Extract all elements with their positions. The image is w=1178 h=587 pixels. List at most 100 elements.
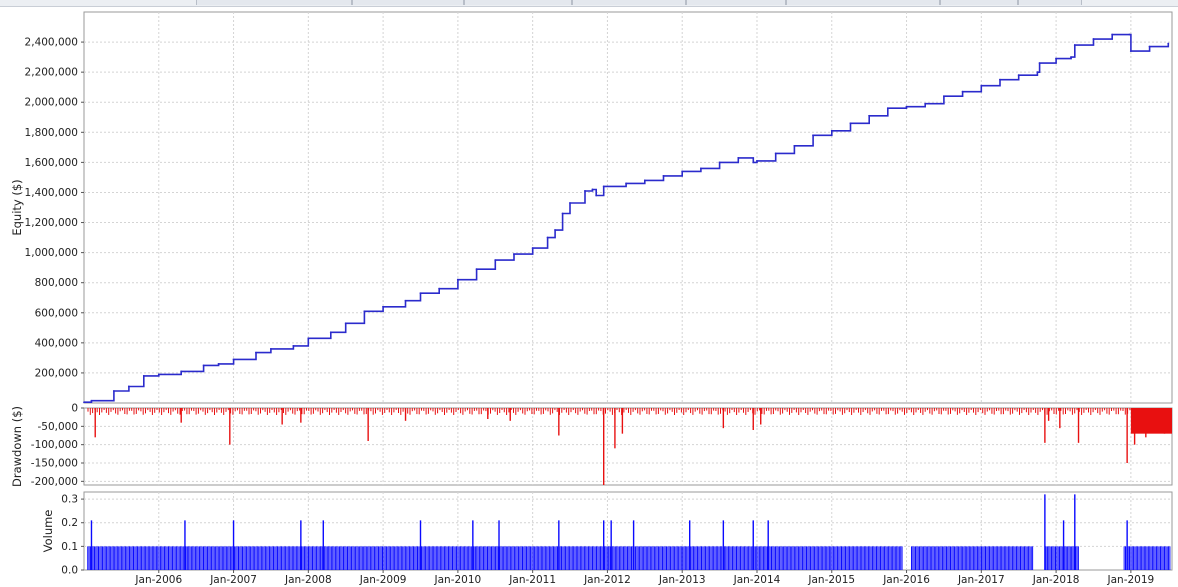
- equity-data-point: [812, 134, 814, 137]
- equity-data-point: [382, 305, 385, 308]
- equity-panel: 200,000 400,000 600,000 800,000 1,000,000 1,2…: [10, 11, 1173, 404]
- equity-data-point: [752, 161, 755, 164]
- y-tick-label: -200,000: [31, 476, 78, 488]
- equity-data-point: [1128, 33, 1131, 36]
- equity-data-point: [307, 337, 310, 340]
- equity-data-point: [1036, 71, 1039, 74]
- y-tick-label: 1,000,000: [25, 247, 78, 259]
- x-tick-label: Jan-2017: [957, 574, 1005, 586]
- equity-data-point: [868, 114, 871, 117]
- equity-data-point: [494, 259, 497, 262]
- y-tick-label: -150,000: [31, 458, 78, 470]
- equity-data-point: [157, 373, 160, 376]
- x-tick-label: Jan-2011: [508, 574, 556, 586]
- equity-data-point: [142, 375, 145, 377]
- equity-data-point: [363, 310, 366, 313]
- equity-data-point: [292, 344, 295, 347]
- x-tick-label: Jan-2012: [583, 574, 631, 586]
- equity-data-point: [924, 102, 927, 105]
- equity-data-point: [554, 229, 556, 231]
- equity-data-point: [531, 247, 534, 250]
- x-tick-label: Jan-2010: [434, 574, 482, 586]
- equity-data-point: [217, 363, 220, 365]
- y-tick-label: 200,000: [35, 367, 78, 379]
- y-tick-label: 800,000: [35, 277, 78, 289]
- equity-data-point: [1129, 50, 1132, 52]
- y-tick-label: 400,000: [35, 337, 78, 349]
- equity-data-point: [475, 268, 478, 271]
- y-axis-title: Volume: [41, 510, 55, 553]
- y-tick-label: 1,400,000: [25, 187, 78, 199]
- plot-frame: [83, 407, 1173, 486]
- equity-data-point: [1167, 42, 1170, 45]
- drawdown-panel: 0 -50,000 -100,000 -150,000 -200,000 Drawdown…: [10, 403, 1173, 488]
- equity-data-point: [980, 84, 983, 87]
- equity-data-point: [202, 364, 205, 367]
- equity-data-point: [602, 185, 605, 188]
- equity-data-point: [774, 152, 777, 155]
- equity-data-point: [830, 129, 833, 132]
- equity-data-point: [700, 167, 702, 170]
- x-tick-label: Jan-2007: [209, 574, 257, 586]
- x-tick-label: Jan-2008: [284, 574, 332, 586]
- equity-data-point: [662, 175, 665, 177]
- volume-panel: 0.0 0.1 0.2 0.3 Volume Jan-2006 Jan-2007 Jan-20…: [41, 491, 1173, 586]
- equity-data-point: [1017, 74, 1020, 77]
- equity-data-point: [1111, 33, 1114, 36]
- x-tick-label: Jan-2009: [359, 574, 407, 586]
- equity-data-point: [681, 170, 684, 173]
- equity-data-point: [404, 299, 407, 302]
- y-tick-label: 600,000: [35, 307, 78, 319]
- equity-data-point: [83, 401, 85, 404]
- y-axis-title: Drawdown ($): [10, 406, 24, 487]
- x-tick-label: Jan-2018: [1032, 574, 1080, 586]
- equity-data-point: [625, 182, 628, 185]
- equity-data-point: [329, 331, 332, 334]
- drawdown-bar-block: [1130, 408, 1172, 434]
- equity-data-point: [999, 78, 1001, 81]
- equity-data-point: [905, 105, 908, 108]
- equity-data-point: [255, 351, 257, 354]
- equity-data-point: [113, 390, 115, 392]
- y-tick-label: -50,000: [37, 421, 78, 433]
- equity-data-point: [737, 156, 740, 159]
- equity-data-point: [270, 347, 272, 350]
- equity-data-point: [546, 236, 549, 239]
- equity-data-point: [595, 194, 598, 197]
- x-tick-label: Jan-2006: [134, 574, 182, 586]
- y-tick-label: 0.1: [61, 541, 78, 553]
- equity-data-point: [849, 122, 852, 125]
- equity-data-point: [456, 278, 459, 281]
- equity-data-point: [344, 322, 347, 325]
- equity-data-point: [127, 385, 130, 388]
- y-tick-label: 2,000,000: [25, 97, 78, 109]
- plot-frame: [83, 11, 1173, 404]
- equity-data-point: [513, 253, 515, 256]
- x-tick-label: Jan-2013: [658, 574, 706, 586]
- equity-drawdown-volume-chart: 200,000 400,000 600,000 800,000 1,000,000 1,2…: [10, 11, 1173, 586]
- equity-data-point: [943, 95, 945, 98]
- x-tick-label: Jan-2015: [807, 574, 855, 586]
- equity-data-point: [756, 159, 758, 162]
- y-axis-title: Equity ($): [10, 179, 24, 235]
- x-tick-label: Jan-2019: [1107, 574, 1155, 586]
- equity-data-point: [718, 161, 721, 164]
- equity-data-point: [591, 188, 594, 191]
- y-tick-label: 0.0: [61, 565, 78, 577]
- equity-data-point: [1070, 56, 1072, 59]
- equity-data-point: [584, 190, 586, 192]
- y-tick-label: 1,800,000: [25, 127, 78, 139]
- equity-data-point: [961, 90, 964, 93]
- equity-data-point: [438, 287, 441, 290]
- equity-data-point: [561, 212, 564, 215]
- equity-data-point: [1038, 62, 1041, 65]
- y-tick-label: 0: [71, 403, 78, 415]
- equity-data-point: [569, 202, 571, 204]
- equity-data-point: [643, 179, 646, 182]
- y-tick-label: -100,000: [31, 439, 78, 451]
- y-tick-label: 2,400,000: [25, 37, 78, 49]
- equity-data-point: [1055, 57, 1057, 60]
- equity-data-point: [90, 399, 93, 402]
- equity-data-point: [886, 107, 889, 110]
- y-tick-label: 1,200,000: [25, 217, 78, 229]
